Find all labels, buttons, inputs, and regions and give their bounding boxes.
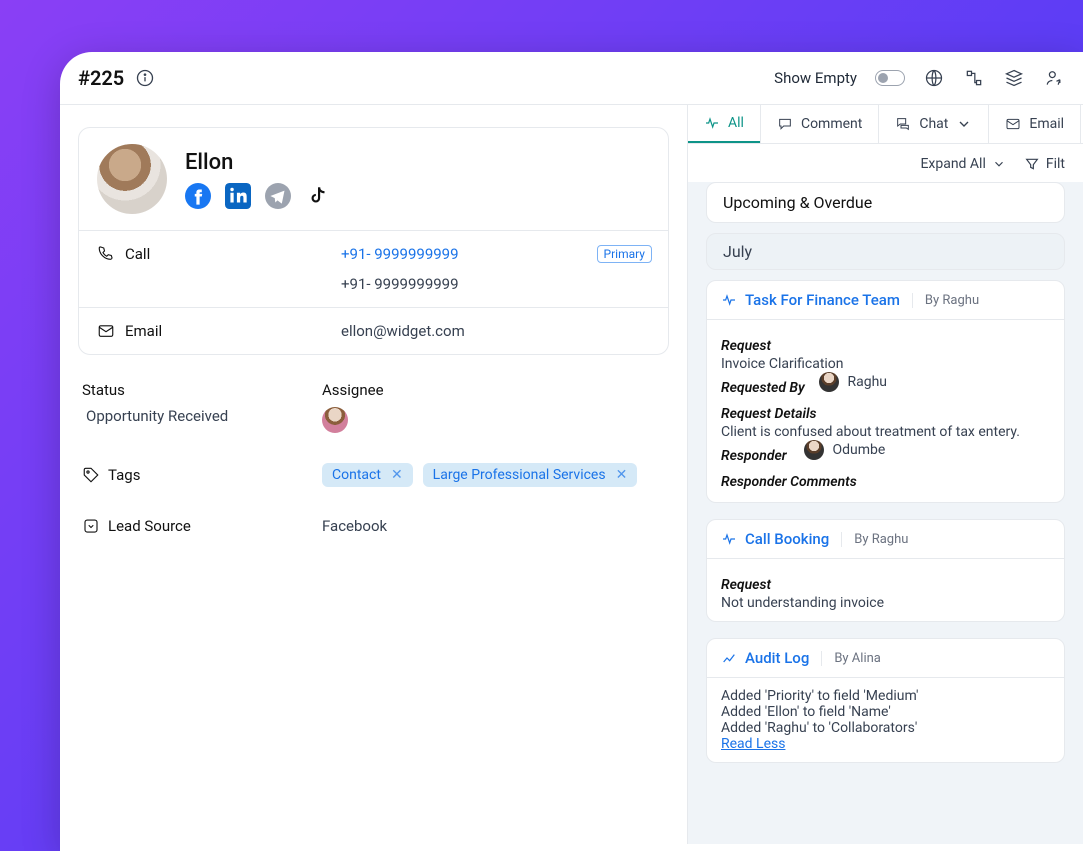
activity-audit-log: Audit Log By Alina Added 'Priority' to f…: [706, 638, 1065, 763]
month-header: July: [706, 233, 1065, 270]
tag-contact[interactable]: Contact✕: [322, 463, 413, 487]
activity-title[interactable]: Audit Log: [721, 649, 809, 667]
status-label: Status: [82, 381, 322, 399]
user-avatar: [819, 372, 839, 392]
activity-title[interactable]: Task For Finance Team: [721, 291, 900, 309]
request-value: Invoice Clarification: [721, 356, 1050, 372]
filter-button[interactable]: Filt: [1024, 156, 1065, 172]
tab-chat[interactable]: Chat: [878, 105, 988, 143]
activity-by: By Raghu: [912, 293, 979, 308]
chevron-down-icon: [992, 157, 1006, 171]
email-label: Email: [97, 322, 337, 340]
activity-by: By Raghu: [841, 532, 908, 547]
info-icon[interactable]: [134, 67, 156, 89]
right-panel: All Comment Chat Email Call: [688, 105, 1083, 844]
activity-icon: [721, 292, 737, 308]
record-id: #225: [78, 66, 124, 90]
lead-source-value: Facebook: [322, 517, 665, 535]
tag-remove-icon[interactable]: ✕: [391, 467, 403, 483]
activity-by: By Alina: [821, 651, 881, 666]
audit-line: Added 'Ellon' to field 'Name': [721, 704, 1050, 720]
request-heading: Request: [721, 577, 1050, 593]
responder-comments-heading: Responder Comments: [721, 474, 1050, 490]
tag-large-professional-services[interactable]: Large Professional Services✕: [423, 463, 638, 487]
mail-icon: [1005, 116, 1021, 132]
profile-avatar: [97, 144, 167, 214]
header-bar: #225 Show Empty: [60, 52, 1083, 105]
request-details-heading: Request Details: [721, 406, 1050, 422]
phone-icon: [97, 245, 115, 263]
profile-name: Ellon: [185, 150, 331, 175]
tab-email[interactable]: Email: [988, 105, 1080, 143]
request-value: Not understanding invoice: [721, 595, 1050, 611]
activity-icon: [721, 531, 737, 547]
activity-title[interactable]: Call Booking: [721, 530, 829, 548]
filter-icon: [1024, 156, 1040, 172]
email-value[interactable]: ellon@widget.com: [341, 322, 650, 340]
secondary-phone[interactable]: +91- 9999999999: [341, 275, 650, 293]
tab-all[interactable]: All: [688, 105, 760, 143]
responder-user[interactable]: Odumbe: [804, 440, 885, 460]
read-less-link[interactable]: Read Less: [721, 736, 785, 752]
chart-icon: [721, 650, 737, 666]
stack-icon[interactable]: [1003, 67, 1025, 89]
activity-call-booking: Call Booking By Raghu Request Not unders…: [706, 519, 1065, 622]
tags-label: Tags: [82, 466, 322, 484]
facebook-icon[interactable]: [185, 183, 211, 209]
activity-tabs: All Comment Chat Email Call: [688, 105, 1083, 144]
chat-icon: [895, 116, 911, 132]
show-empty-toggle[interactable]: [875, 70, 905, 86]
request-heading: Request: [721, 338, 1050, 354]
left-panel: Ellon Call Prim: [60, 105, 688, 844]
profile-card: Ellon Call Prim: [78, 127, 669, 355]
requested-by-heading: Requested By: [721, 380, 816, 396]
lead-source-label: Lead Source: [82, 517, 322, 535]
hierarchy-icon[interactable]: [963, 67, 985, 89]
chevron-down-icon: [956, 116, 972, 132]
user-avatar: [804, 440, 824, 460]
audit-line: Added 'Raghu' to 'Collaborators': [721, 720, 1050, 736]
primary-badge: Primary: [597, 245, 652, 263]
comment-icon: [777, 116, 793, 132]
requested-by-user[interactable]: Raghu: [819, 372, 887, 392]
tiktok-icon[interactable]: [305, 183, 331, 209]
request-details-value: Client is confused about treatment of ta…: [721, 424, 1050, 440]
activity-task-finance: Task For Finance Team By Raghu Request I…: [706, 280, 1065, 503]
app-window: #225 Show Empty Ellon: [60, 52, 1083, 851]
tag-remove-icon[interactable]: ✕: [616, 467, 628, 483]
show-empty-label: Show Empty: [774, 69, 857, 87]
user-share-icon[interactable]: [1043, 67, 1065, 89]
globe-icon[interactable]: [923, 67, 945, 89]
status-value: Opportunity Received: [82, 407, 322, 425]
linkedin-icon[interactable]: [225, 183, 251, 209]
mail-icon: [97, 322, 115, 340]
responder-heading: Responder: [721, 448, 801, 464]
assignee-avatar[interactable]: [322, 407, 348, 433]
telegram-icon[interactable]: [265, 183, 291, 209]
tab-comment[interactable]: Comment: [760, 105, 878, 143]
audit-line: Added 'Priority' to field 'Medium': [721, 688, 1050, 704]
assignee-label: Assignee: [322, 381, 665, 399]
chevron-box-icon: [82, 517, 100, 535]
activity-icon: [704, 115, 720, 131]
expand-all-button[interactable]: Expand All: [920, 156, 1005, 172]
call-label: Call: [97, 245, 337, 263]
tag-icon: [82, 466, 100, 484]
section-upcoming-overdue[interactable]: Upcoming & Overdue: [706, 182, 1065, 223]
